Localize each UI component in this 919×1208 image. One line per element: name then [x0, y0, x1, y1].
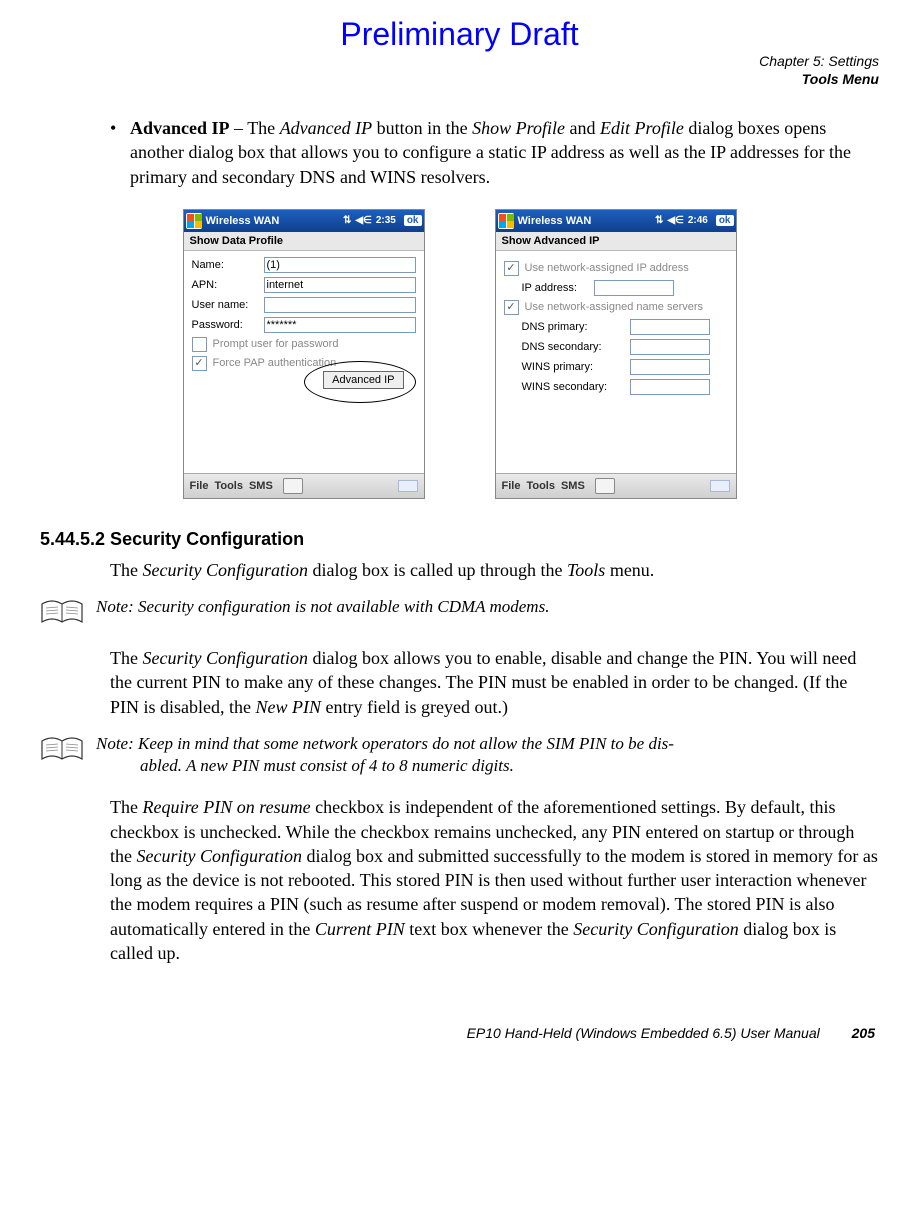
dns-secondary-field[interactable]	[630, 339, 710, 355]
draft-title: Preliminary Draft	[40, 16, 879, 53]
wm-title-right: Wireless WAN	[518, 215, 592, 227]
note-cdma-text: Note: Security configuration is not avai…	[96, 596, 549, 618]
wm-status-icons: ⇅ ◀∈ 2:46 ok	[655, 215, 733, 226]
ok-button[interactable]: ok	[716, 215, 734, 226]
advanced-ip-bullet: • Advanced IP – The Advanced IP button i…	[110, 116, 879, 189]
windows-flag-icon	[186, 213, 202, 229]
wm-title-left: Wireless WAN	[206, 215, 280, 227]
password-field[interactable]	[264, 317, 416, 333]
security-config-heading: 5.44.5.2 Security Configuration	[40, 529, 879, 550]
wins-primary-field[interactable]	[630, 359, 710, 375]
ip-address-field[interactable]	[594, 280, 674, 296]
menu-file[interactable]: File	[190, 480, 209, 492]
ip-address-label: IP address:	[522, 282, 594, 294]
keyboard-icon[interactable]	[595, 478, 615, 494]
username-field[interactable]	[264, 297, 416, 313]
bullet-i2: Show Profile	[472, 118, 565, 138]
chapter-header: Chapter 5: Settings Tools Menu	[40, 53, 879, 88]
apn-field[interactable]	[264, 277, 416, 293]
screenshot-show-advanced-ip: Wireless WAN ⇅ ◀∈ 2:46 ok Show Advanced …	[495, 209, 737, 499]
wm-menubar-right: File Tools SMS	[496, 473, 736, 498]
menu-sms[interactable]: SMS	[561, 480, 585, 492]
bullet-mark: •	[110, 116, 130, 189]
menu-tools[interactable]: Tools	[214, 480, 243, 492]
wins-primary-label: WINS primary:	[522, 361, 630, 373]
volume-icon: ◀∈	[667, 215, 683, 226]
prompt-password-label: Prompt user for password	[213, 338, 339, 350]
sip-icon[interactable]	[398, 480, 418, 492]
security-config-desc: The Security Configuration dialog box al…	[110, 646, 879, 719]
name-field[interactable]	[264, 257, 416, 273]
bullet-i3: Edit Profile	[600, 118, 684, 138]
wm-status-icons: ⇅ ◀∈ 2:35 ok	[343, 215, 421, 226]
ok-button[interactable]: ok	[404, 215, 422, 226]
bullet-mid1: button in the	[372, 118, 472, 138]
book-icon	[40, 598, 84, 628]
keyboard-icon[interactable]	[283, 478, 303, 494]
security-config-intro: The Security Configuration dialog box is…	[110, 558, 879, 582]
apn-label: APN:	[192, 279, 264, 291]
note-sim-pin: Note: Keep in mind that some network ope…	[40, 733, 879, 777]
volume-icon: ◀∈	[355, 215, 371, 226]
wins-secondary-label: WINS secondary:	[522, 381, 630, 393]
note-cdma: Note: Security configuration is not avai…	[40, 596, 879, 628]
wm-subtitle-right: Show Advanced IP	[496, 232, 736, 251]
screenshot-show-data-profile: Wireless WAN ⇅ ◀∈ 2:35 ok Show Data Prof…	[183, 209, 425, 499]
prompt-password-checkbox[interactable]	[192, 337, 207, 352]
advanced-ip-button[interactable]: Advanced IP	[323, 371, 403, 389]
menu-tools[interactable]: Tools	[526, 480, 555, 492]
book-icon	[40, 735, 84, 765]
menu-file[interactable]: File	[502, 480, 521, 492]
wm-menubar-left: File Tools SMS	[184, 473, 424, 498]
signal-icon: ⇅	[343, 215, 351, 226]
bullet-lead: Advanced IP	[130, 118, 230, 138]
wins-secondary-field[interactable]	[630, 379, 710, 395]
manual-title: EP10 Hand-Held (Windows Embedded 6.5) Us…	[467, 1025, 820, 1041]
wm-time-right: 2:46	[688, 215, 708, 226]
use-net-ns-checkbox[interactable]: ✓	[504, 300, 519, 315]
dns-primary-field[interactable]	[630, 319, 710, 335]
page-footer: EP10 Hand-Held (Windows Embedded 6.5) Us…	[40, 1025, 879, 1041]
bullet-dash: – The	[230, 118, 280, 138]
note-sim-pin-text: Note: Keep in mind that some network ope…	[96, 733, 674, 777]
chapter-line2: Tools Menu	[802, 71, 879, 87]
use-net-ns-label: Use network-assigned name servers	[525, 301, 704, 313]
sip-icon[interactable]	[710, 480, 730, 492]
chapter-line1: Chapter 5: Settings	[759, 53, 879, 69]
wm-subtitle-left: Show Data Profile	[184, 232, 424, 251]
use-net-ip-label: Use network-assigned IP address	[525, 262, 689, 274]
bullet-mid2: and	[565, 118, 600, 138]
password-label: Password:	[192, 319, 264, 331]
dns-primary-label: DNS primary:	[522, 321, 630, 333]
bullet-i1: Advanced IP	[280, 118, 372, 138]
force-pap-checkbox[interactable]: ✓	[192, 356, 207, 371]
require-pin-desc: The Require PIN on resume checkbox is in…	[110, 795, 879, 965]
wm-titlebar-right: Wireless WAN ⇅ ◀∈ 2:46 ok	[496, 210, 736, 232]
use-net-ip-checkbox[interactable]: ✓	[504, 261, 519, 276]
page-number: 205	[852, 1025, 875, 1041]
dns-secondary-label: DNS secondary:	[522, 341, 630, 353]
windows-flag-icon	[498, 213, 514, 229]
wm-titlebar-left: Wireless WAN ⇅ ◀∈ 2:35 ok	[184, 210, 424, 232]
signal-icon: ⇅	[655, 215, 663, 226]
menu-sms[interactable]: SMS	[249, 480, 273, 492]
wm-time-left: 2:35	[376, 215, 396, 226]
name-label: Name:	[192, 259, 264, 271]
username-label: User name:	[192, 299, 264, 311]
force-pap-label: Force PAP authentication	[213, 357, 337, 369]
